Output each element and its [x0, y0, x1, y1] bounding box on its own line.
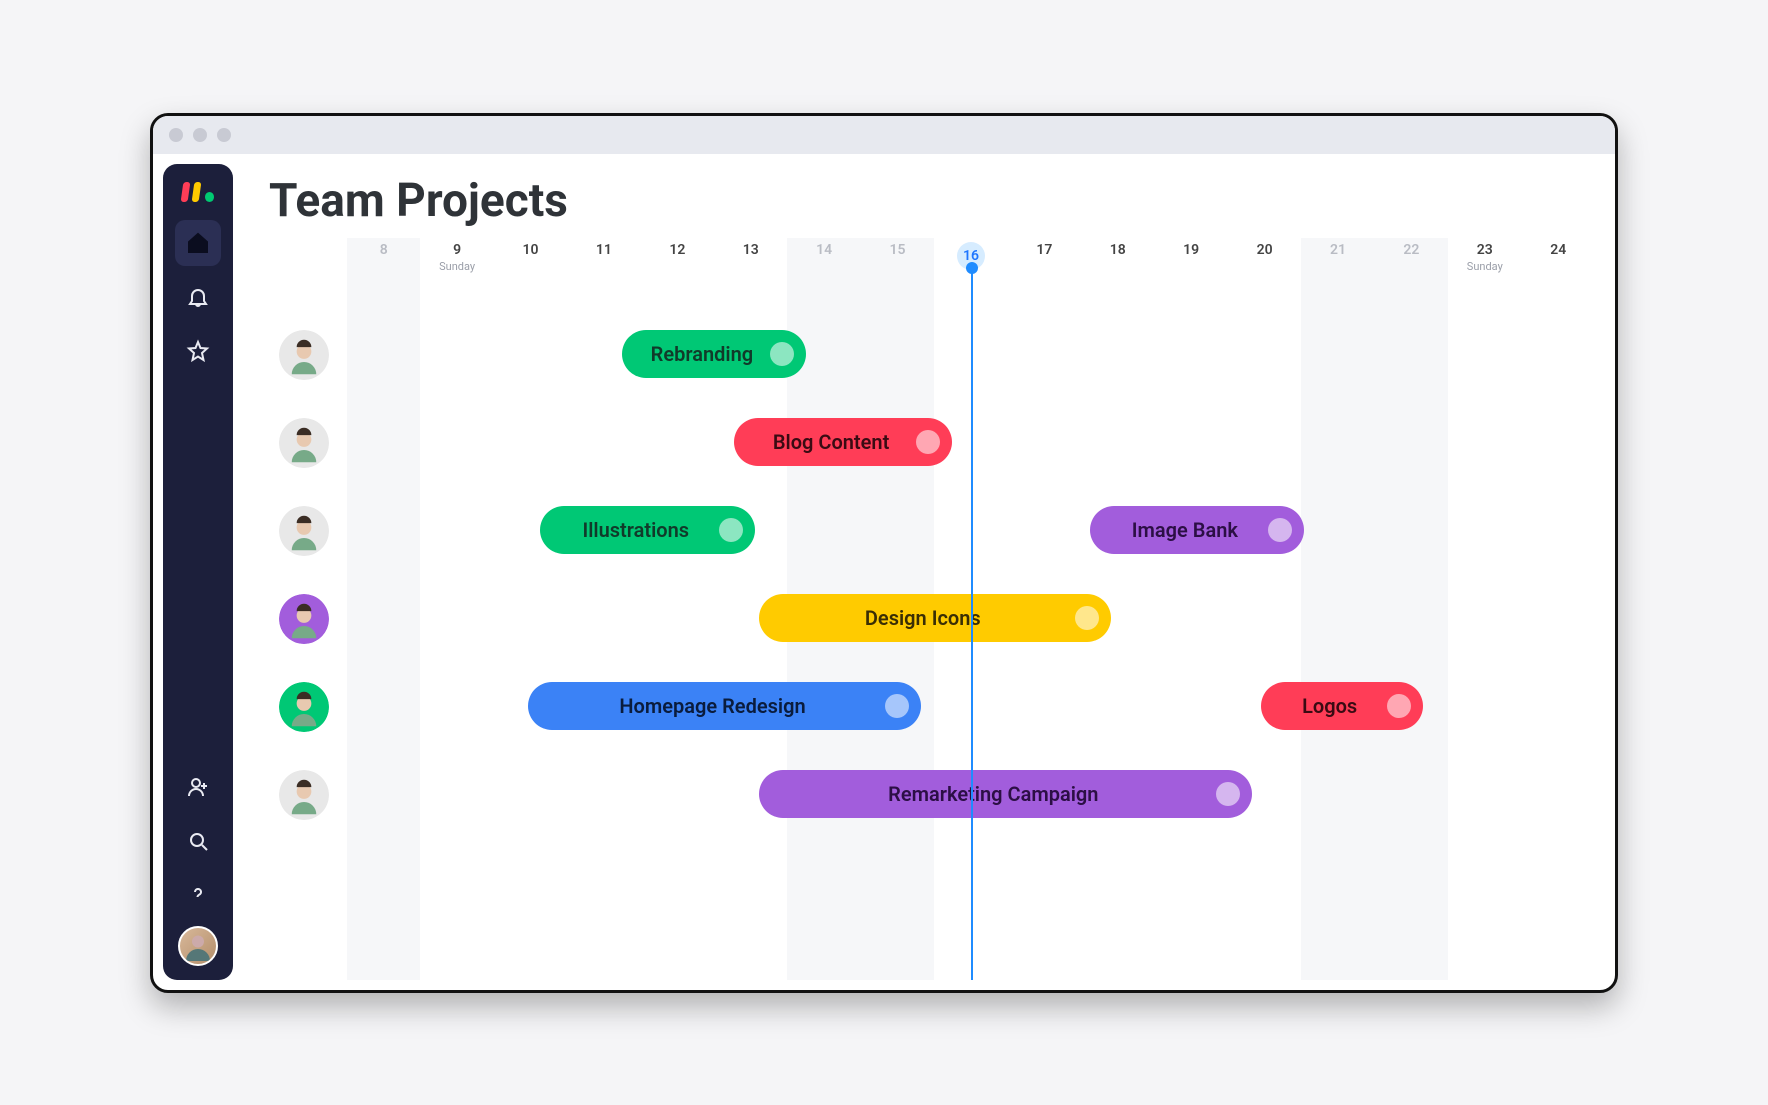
task-bar[interactable]: Image Bank	[1090, 506, 1305, 554]
sidebar	[163, 164, 233, 980]
task-bar[interactable]: Remarketing Campaign	[759, 770, 1252, 818]
assignee-avatar[interactable]	[279, 682, 329, 732]
timeline-row: Homepage Redesign Logos	[269, 680, 1595, 734]
sidebar-item-notifications[interactable]	[175, 274, 221, 320]
day-column[interactable]: 10	[494, 238, 567, 298]
day-number: 21	[1330, 242, 1346, 258]
day-column[interactable]: 23 Sunday	[1448, 238, 1521, 298]
star-icon	[186, 339, 210, 363]
day-weekday: Sunday	[439, 260, 475, 273]
task-resize-handle[interactable]	[719, 518, 743, 542]
task-resize-handle[interactable]	[1387, 694, 1411, 718]
assignee-avatar[interactable]	[279, 770, 329, 820]
task-resize-handle[interactable]	[1268, 518, 1292, 542]
sidebar-item-favorites[interactable]	[175, 328, 221, 374]
task-bar[interactable]: Design Icons	[759, 594, 1111, 642]
day-number: 18	[1110, 242, 1126, 258]
timeline-header: 89Sunday1011121314151617181920212223Sund…	[269, 238, 1595, 298]
timeline-row: Remarketing Campaign	[269, 768, 1595, 822]
timeline: 89Sunday1011121314151617181920212223Sund…	[269, 238, 1595, 980]
task-resize-handle[interactable]	[885, 694, 909, 718]
day-column[interactable]: 13	[714, 238, 787, 298]
day-number: 10	[523, 242, 539, 258]
day-number: 13	[743, 242, 759, 258]
day-column[interactable]: 14	[787, 238, 860, 298]
assignee-avatar[interactable]	[279, 330, 329, 380]
task-bar[interactable]: Blog Content	[734, 418, 952, 466]
task-label: Logos	[1302, 694, 1357, 718]
day-column[interactable]: 20	[1228, 238, 1301, 298]
task-resize-handle[interactable]	[916, 430, 940, 454]
day-number: 8	[380, 242, 388, 258]
sidebar-item-help[interactable]	[175, 872, 221, 918]
app-logo	[182, 182, 214, 202]
bell-icon	[186, 285, 210, 309]
day-number: 9	[453, 242, 461, 258]
day-weekday: Sunday	[1467, 260, 1503, 273]
day-column[interactable]: 22	[1375, 238, 1448, 298]
day-column[interactable]: 9 Sunday	[420, 238, 493, 298]
sidebar-item-search[interactable]	[175, 818, 221, 864]
help-icon	[186, 883, 210, 907]
window-close-dot[interactable]	[169, 128, 183, 142]
day-number: 23	[1477, 242, 1493, 258]
task-bar[interactable]: Rebranding	[622, 330, 807, 378]
day-column[interactable]: 18	[1081, 238, 1154, 298]
timeline-row: Design Icons	[269, 592, 1595, 646]
task-bar[interactable]: Illustrations	[540, 506, 755, 554]
task-label: Homepage Redesign	[619, 694, 805, 718]
task-label: Image Bank	[1132, 518, 1238, 542]
day-column[interactable]: 24	[1522, 238, 1595, 298]
task-resize-handle[interactable]	[1216, 782, 1240, 806]
main-content: Team Projects 89Sunday101112131415161718…	[233, 154, 1615, 990]
sidebar-item-home[interactable]	[175, 220, 221, 266]
task-label: Design Icons	[865, 606, 981, 630]
day-column[interactable]: 21	[1301, 238, 1374, 298]
task-label: Blog Content	[773, 430, 890, 454]
day-number: 17	[1036, 242, 1052, 258]
task-bar[interactable]: Logos	[1261, 682, 1423, 730]
current-user-avatar[interactable]	[178, 926, 218, 966]
add-user-icon	[186, 775, 210, 799]
avatar-icon	[180, 928, 216, 964]
day-number: 24	[1550, 242, 1566, 258]
task-label: Rebranding	[651, 342, 754, 366]
assignee-avatar[interactable]	[279, 418, 329, 468]
day-number: 19	[1183, 242, 1199, 258]
day-column[interactable]: 19	[1154, 238, 1227, 298]
page-title: Team Projects	[269, 174, 1595, 228]
day-column[interactable]: 11	[567, 238, 640, 298]
window-minimize-dot[interactable]	[193, 128, 207, 142]
assignee-avatar[interactable]	[279, 506, 329, 556]
day-column[interactable]: 15	[861, 238, 934, 298]
day-number: 15	[890, 242, 906, 258]
task-bar[interactable]: Homepage Redesign	[528, 682, 921, 730]
window-zoom-dot[interactable]	[217, 128, 231, 142]
day-column[interactable]: 12	[641, 238, 714, 298]
sidebar-item-add-user[interactable]	[175, 764, 221, 810]
day-number: 12	[669, 242, 685, 258]
task-label: Remarketing Campaign	[888, 782, 1098, 806]
assignee-avatar[interactable]	[279, 594, 329, 644]
app-window: Team Projects 89Sunday101112131415161718…	[150, 113, 1618, 993]
search-icon	[186, 829, 210, 853]
timeline-row: Blog Content	[269, 416, 1595, 470]
task-resize-handle[interactable]	[770, 342, 794, 366]
timeline-row: Illustrations Image Bank	[269, 504, 1595, 558]
timeline-row: Rebranding	[269, 328, 1595, 382]
day-column[interactable]: 17	[1008, 238, 1081, 298]
day-number: 14	[816, 242, 832, 258]
task-label: Illustrations	[582, 518, 689, 542]
day-number: 20	[1257, 242, 1273, 258]
day-number: 11	[596, 242, 612, 258]
task-resize-handle[interactable]	[1075, 606, 1099, 630]
window-titlebar	[153, 116, 1615, 154]
home-icon	[186, 231, 210, 255]
day-column[interactable]: 8	[347, 238, 420, 298]
day-number: 22	[1403, 242, 1419, 258]
today-indicator	[971, 268, 973, 980]
